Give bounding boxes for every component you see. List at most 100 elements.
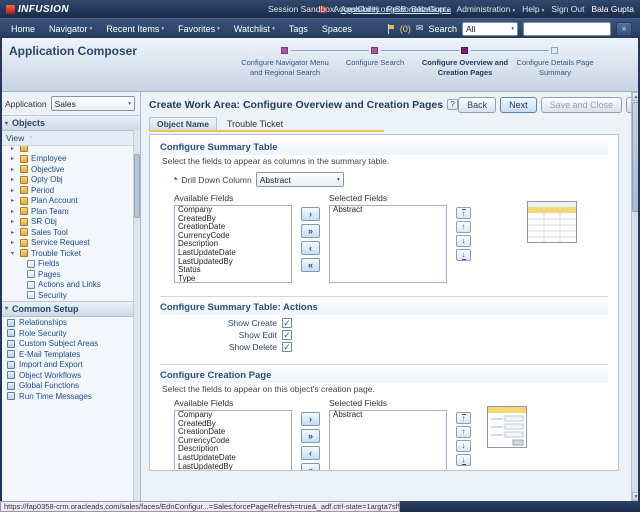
summary-table-preview: [527, 193, 577, 283]
menu-spaces[interactable]: Spaces: [315, 19, 359, 38]
summary-actions-section: Configure Summary Table: Actions Show Cr…: [160, 296, 608, 357]
menu-recent-items[interactable]: Recent Items▾: [99, 19, 171, 38]
move-down-button[interactable]: ↓: [456, 235, 471, 247]
move-all-button[interactable]: »: [301, 224, 320, 238]
train-step-navigator-menu[interactable]: Configure Navigator Menu and Regional Se…: [240, 45, 330, 78]
back-button[interactable]: Back: [458, 97, 496, 113]
available-fields-list[interactable]: Company CreatedBy CreationDate CurrencyC…: [174, 205, 292, 283]
move-bottom-button[interactable]: ↓: [456, 249, 471, 261]
move-up-button[interactable]: ↑: [456, 221, 471, 233]
remove-button[interactable]: ‹: [301, 241, 320, 255]
tree-item-plan-team[interactable]: ▸Plan Team: [0, 206, 140, 217]
chevron-down-icon: ▾: [29, 135, 32, 141]
search-go-button[interactable]: »: [616, 22, 632, 36]
session-sandbox-label: Session Sandbox:: [268, 4, 337, 14]
save-and-close-button[interactable]: Save and Close: [541, 97, 623, 113]
tree-item-opty-obj[interactable]: ▸Opty Obj: [0, 175, 140, 186]
next-button[interactable]: Next: [500, 97, 537, 113]
sidebar-item-custom-subject-areas[interactable]: Custom Subject Areas: [0, 339, 140, 350]
train-step-configure-search[interactable]: Configure Search: [330, 45, 420, 78]
sidebar-item-relationships[interactable]: Relationships: [0, 318, 140, 329]
help-icon[interactable]: ?: [447, 99, 458, 110]
collapse-icon[interactable]: ▾: [11, 250, 17, 257]
list-item[interactable]: Abstract: [330, 206, 446, 215]
show-create-checkbox[interactable]: ✓: [282, 318, 292, 328]
selected-fields-list[interactable]: Abstract: [329, 205, 447, 283]
tree-item-actions-and-links[interactable]: Actions and Links: [0, 280, 140, 291]
search-scope-select[interactable]: All▾: [462, 22, 518, 36]
menu-home[interactable]: Home: [4, 19, 42, 38]
help-menu[interactable]: Help▾: [522, 4, 544, 14]
sidebar-item-object-workflows[interactable]: Object Workflows: [0, 370, 140, 381]
available-fields-list[interactable]: Company CreatedBy CreationDate CurrencyC…: [174, 410, 292, 471]
move-button[interactable]: ›: [301, 207, 320, 221]
move-all-button[interactable]: »: [301, 429, 320, 443]
administration-menu[interactable]: Administration▾: [457, 4, 516, 14]
objects-accordion-header[interactable]: ▾ Objects: [0, 115, 140, 131]
search-input[interactable]: [523, 22, 611, 36]
menu-navigator[interactable]: Navigator▾: [42, 19, 99, 38]
selected-fields-list[interactable]: Abstract: [329, 410, 447, 471]
sidebar-item-run-time-messages[interactable]: Run Time Messages: [0, 391, 140, 402]
move-button[interactable]: ›: [301, 412, 320, 426]
tree-item-plan-account[interactable]: ▸Plan Account: [0, 196, 140, 207]
expand-icon[interactable]: ▸: [11, 187, 17, 194]
menu-tags[interactable]: Tags: [282, 19, 315, 38]
summary-actions-section-title: Configure Summary Table: Actions: [160, 299, 608, 315]
sidebar-item-role-security[interactable]: Role Security: [0, 328, 140, 339]
cancel-button[interactable]: Cancel: [626, 97, 631, 113]
drill-down-select[interactable]: Abstract▾: [256, 172, 344, 187]
object-icon: [20, 176, 28, 184]
tree-item-trouble-ticket[interactable]: ▾Trouble Ticket: [0, 248, 140, 259]
status-url: https://fap0358-crm.oracleads.com/sales/…: [0, 501, 400, 512]
flag-icon[interactable]: [387, 24, 395, 34]
expand-icon[interactable]: ▸: [11, 197, 17, 204]
move-top-button[interactable]: ↑: [456, 412, 471, 424]
tree-item-employee[interactable]: ▸Employee: [0, 154, 140, 165]
global-functions-icon: [7, 382, 15, 390]
expand-icon[interactable]: ▸: [11, 208, 17, 215]
list-item[interactable]: Abstract: [330, 411, 446, 420]
menu-favorites[interactable]: Favorites▾: [171, 19, 227, 38]
tree-item-sr-obj[interactable]: ▸SR Obj: [0, 217, 140, 228]
expand-icon[interactable]: ▸: [11, 218, 17, 225]
sidebar-scrollbar[interactable]: [133, 130, 140, 501]
tree-item-security[interactable]: Security: [0, 290, 140, 301]
view-menu[interactable]: View▾: [0, 131, 140, 146]
menu-watchlist[interactable]: Watchlist▾: [227, 19, 282, 38]
list-item[interactable]: Type: [175, 275, 291, 283]
scrollbar-thumb[interactable]: [134, 154, 140, 218]
sign-out-link[interactable]: Sign Out: [551, 4, 584, 14]
move-down-button[interactable]: ↓: [456, 440, 471, 452]
expand-icon[interactable]: ▸: [11, 166, 17, 173]
remove-all-button[interactable]: «: [301, 463, 320, 471]
common-setup-accordion-header[interactable]: ▾ Common Setup: [0, 301, 140, 317]
application-select[interactable]: Sales▾: [51, 96, 135, 111]
sidebar-item-global-functions[interactable]: Global Functions: [0, 381, 140, 392]
sidebar-item-import-and-export[interactable]: Import and Export: [0, 360, 140, 371]
remove-button[interactable]: ‹: [301, 446, 320, 460]
tree-item-partial[interactable]: ▸: [0, 146, 140, 154]
sidebar-item-email-templates[interactable]: E-Mail Templates: [0, 349, 140, 360]
session-sandbox-link[interactable]: ApplCoreLongSB_BalaGupta: [341, 4, 452, 14]
expand-icon[interactable]: ▸: [11, 239, 17, 246]
expand-icon[interactable]: ▸: [11, 155, 17, 162]
mail-icon[interactable]: ✉: [416, 23, 424, 34]
expand-icon[interactable]: ▸: [11, 146, 17, 152]
tree-item-sales-tool[interactable]: ▸Sales Tool: [0, 227, 140, 238]
show-delete-checkbox[interactable]: ✓: [282, 342, 292, 352]
tree-item-fields[interactable]: Fields: [0, 259, 140, 270]
move-bottom-button[interactable]: ↓: [456, 454, 471, 466]
tree-item-service-request[interactable]: ▸Service Request: [0, 238, 140, 249]
move-top-button[interactable]: ↑: [456, 207, 471, 219]
move-up-button[interactable]: ↑: [456, 426, 471, 438]
show-edit-checkbox[interactable]: ✓: [282, 330, 292, 340]
tree-item-pages[interactable]: Pages: [0, 269, 140, 280]
train-step-overview-creation[interactable]: Configure Overview and Creation Pages: [420, 45, 510, 78]
tree-item-objective[interactable]: ▸Objective: [0, 164, 140, 175]
train-step-details-summary[interactable]: Configure Details Page Summary: [510, 45, 600, 78]
expand-icon[interactable]: ▸: [11, 229, 17, 236]
tree-item-period[interactable]: ▸Period: [0, 185, 140, 196]
expand-icon[interactable]: ▸: [11, 176, 17, 183]
remove-all-button[interactable]: «: [301, 258, 320, 272]
